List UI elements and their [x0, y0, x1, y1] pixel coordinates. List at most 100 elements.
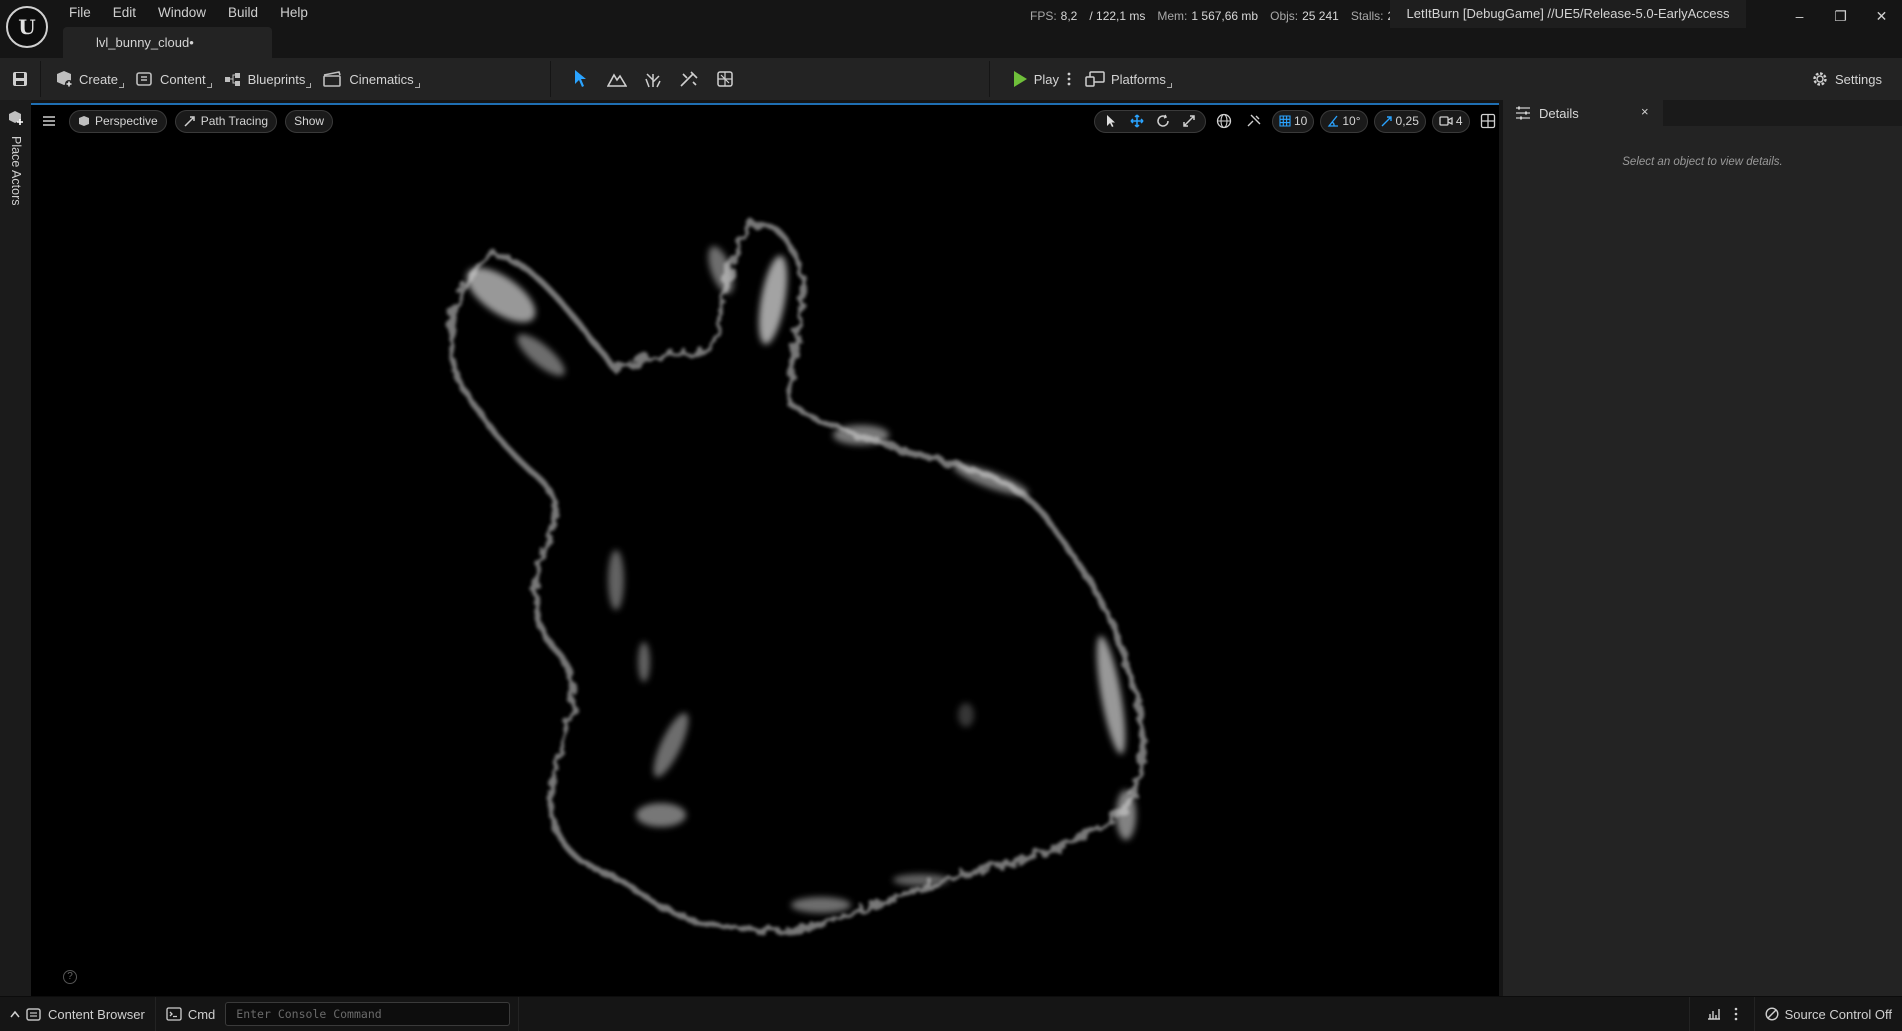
main-toolbar: Create Content Blueprints Cinematics Pla… [0, 58, 1902, 100]
menu-bar: File Edit Window Build Help [58, 0, 319, 24]
details-tab[interactable]: Details [1503, 100, 1663, 126]
chevron-up-icon [10, 1010, 20, 1018]
blueprints-label: Blueprints [247, 71, 306, 87]
cmd-label: Cmd [187, 1006, 216, 1022]
select-mode-icon[interactable] [563, 64, 599, 94]
menu-help[interactable]: Help [269, 5, 319, 20]
blueprints-icon [224, 73, 240, 86]
gear-icon [1813, 72, 1827, 86]
cmd-button[interactable]: Cmd [156, 997, 225, 1031]
restore-button[interactable]: ❐ [1820, 0, 1861, 32]
source-control-button[interactable]: Source Control Off [1755, 997, 1902, 1031]
level-viewport[interactable]: Perspective Path Tracing Show 10 10° 0,2… [31, 103, 1499, 996]
document-tab-level[interactable]: lvl_bunny_cloud• [63, 27, 272, 58]
objs-label: Objs: [1270, 9, 1299, 23]
camera-speed-button[interactable]: 4 [1431, 109, 1470, 133]
platforms-button[interactable]: Platforms [1079, 64, 1172, 94]
more-vertical-icon[interactable] [1734, 1007, 1738, 1021]
toolbar-separator [549, 61, 551, 97]
save-icon[interactable] [0, 64, 40, 94]
blueprints-caret-icon [306, 83, 312, 88]
content-button[interactable]: Content [130, 64, 212, 94]
frame-time-value: / 122,1 ms [1089, 9, 1146, 23]
scale-snap-button[interactable]: 0,25 [1373, 109, 1426, 133]
mem-label: Mem: [1157, 9, 1188, 23]
scale-snap-icon [1381, 116, 1392, 127]
content-browser-button[interactable]: Content Browser [0, 997, 155, 1031]
content-browser-label: Content Browser [48, 1006, 145, 1022]
play-icon [1013, 71, 1027, 87]
terminal-icon [166, 1007, 182, 1021]
console-command-input[interactable] [225, 1002, 511, 1026]
translate-tool-icon[interactable] [1125, 109, 1149, 133]
minimize-button[interactable]: – [1779, 0, 1820, 32]
content-label: Content [160, 71, 206, 87]
cinematics-button[interactable]: Cinematics [317, 64, 420, 94]
source-control-off-icon [1765, 1007, 1779, 1021]
transform-tools [1094, 109, 1206, 133]
close-button[interactable]: ✕ [1861, 0, 1902, 32]
platforms-caret-icon [1166, 83, 1172, 88]
title-bar: U File Edit Window Build Help lvl_bunny_… [0, 0, 1902, 58]
cinematics-caret-icon [414, 83, 420, 88]
path-tracing-label: Path Tracing [200, 114, 269, 128]
grid-icon [1279, 115, 1291, 127]
details-close-icon[interactable]: × [1641, 104, 1649, 119]
play-options-button[interactable] [1065, 64, 1073, 94]
fracture-mode-icon[interactable] [707, 64, 743, 94]
world-space-icon[interactable] [1212, 109, 1236, 133]
rotation-snap-button[interactable]: 10° [1320, 109, 1368, 133]
angle-icon [1328, 115, 1339, 127]
viewport-layout-icon[interactable] [1476, 109, 1499, 133]
statusbar-separator [518, 996, 520, 1031]
rotation-snap-value: 10° [1342, 114, 1361, 128]
surface-snap-icon[interactable] [1242, 109, 1266, 133]
settings-label: Settings [1835, 71, 1882, 87]
camera-speed-value: 4 [1455, 114, 1463, 128]
grid-snap-button[interactable]: 10 [1272, 109, 1315, 133]
stalls-label: Stalls: [1350, 9, 1384, 23]
select-tool-icon[interactable] [1099, 109, 1123, 133]
perspective-button[interactable]: Perspective [69, 109, 167, 133]
details-tab-label: Details [1539, 105, 1579, 121]
grid-snap-value: 10 [1294, 114, 1308, 128]
window-controls: – ❐ ✕ [1779, 0, 1902, 32]
show-button[interactable]: Show [285, 109, 334, 133]
details-empty-message: Select an object to view details. [1622, 156, 1783, 168]
settings-button[interactable]: Settings [1805, 64, 1888, 94]
platforms-icon [1085, 71, 1105, 87]
unreal-logo-icon[interactable]: U [6, 6, 48, 48]
menu-build[interactable]: Build [217, 5, 269, 20]
revision-control-icon[interactable] [1706, 1007, 1722, 1021]
menu-file[interactable]: File [58, 5, 102, 20]
camera-icon [1439, 116, 1453, 126]
details-body: Select an object to view details. [1503, 126, 1902, 996]
create-button[interactable]: Create [49, 64, 125, 94]
rotate-tool-icon[interactable] [1151, 109, 1175, 133]
content-icon [136, 72, 152, 86]
details-icon [1516, 106, 1530, 120]
mesh-paint-mode-icon[interactable] [671, 64, 707, 94]
menu-window[interactable]: Window [147, 5, 217, 20]
toolbar-separator [40, 61, 41, 97]
landscape-mode-icon[interactable] [599, 64, 635, 94]
perspective-label: Perspective [95, 114, 158, 128]
place-actors-tab[interactable]: Place Actors [9, 136, 23, 205]
platforms-label: Platforms [1110, 71, 1166, 87]
viewport-toolbar-right: 10 10° 0,25 4 [1094, 109, 1499, 133]
blueprints-button[interactable]: Blueprints [218, 64, 312, 94]
place-actors-icon[interactable] [8, 110, 24, 129]
hamburger-menu-icon[interactable] [37, 109, 61, 133]
play-label: Play [1033, 71, 1059, 87]
content-browser-icon [26, 1008, 41, 1021]
project-title: LetItBurn [DebugGame] //UE5/Release-5.0-… [1390, 0, 1746, 28]
scale-tool-icon[interactable] [1177, 109, 1201, 133]
view-mode-button[interactable]: Path Tracing [174, 109, 278, 133]
menu-edit[interactable]: Edit [102, 5, 147, 20]
help-icon[interactable]: ? [63, 970, 77, 984]
left-side-strip: Place Actors [0, 100, 31, 996]
foliage-mode-icon[interactable] [635, 64, 671, 94]
play-button[interactable]: Play [1006, 64, 1065, 94]
toolbar-separator [988, 61, 990, 97]
logo-glyph: U [18, 15, 36, 39]
